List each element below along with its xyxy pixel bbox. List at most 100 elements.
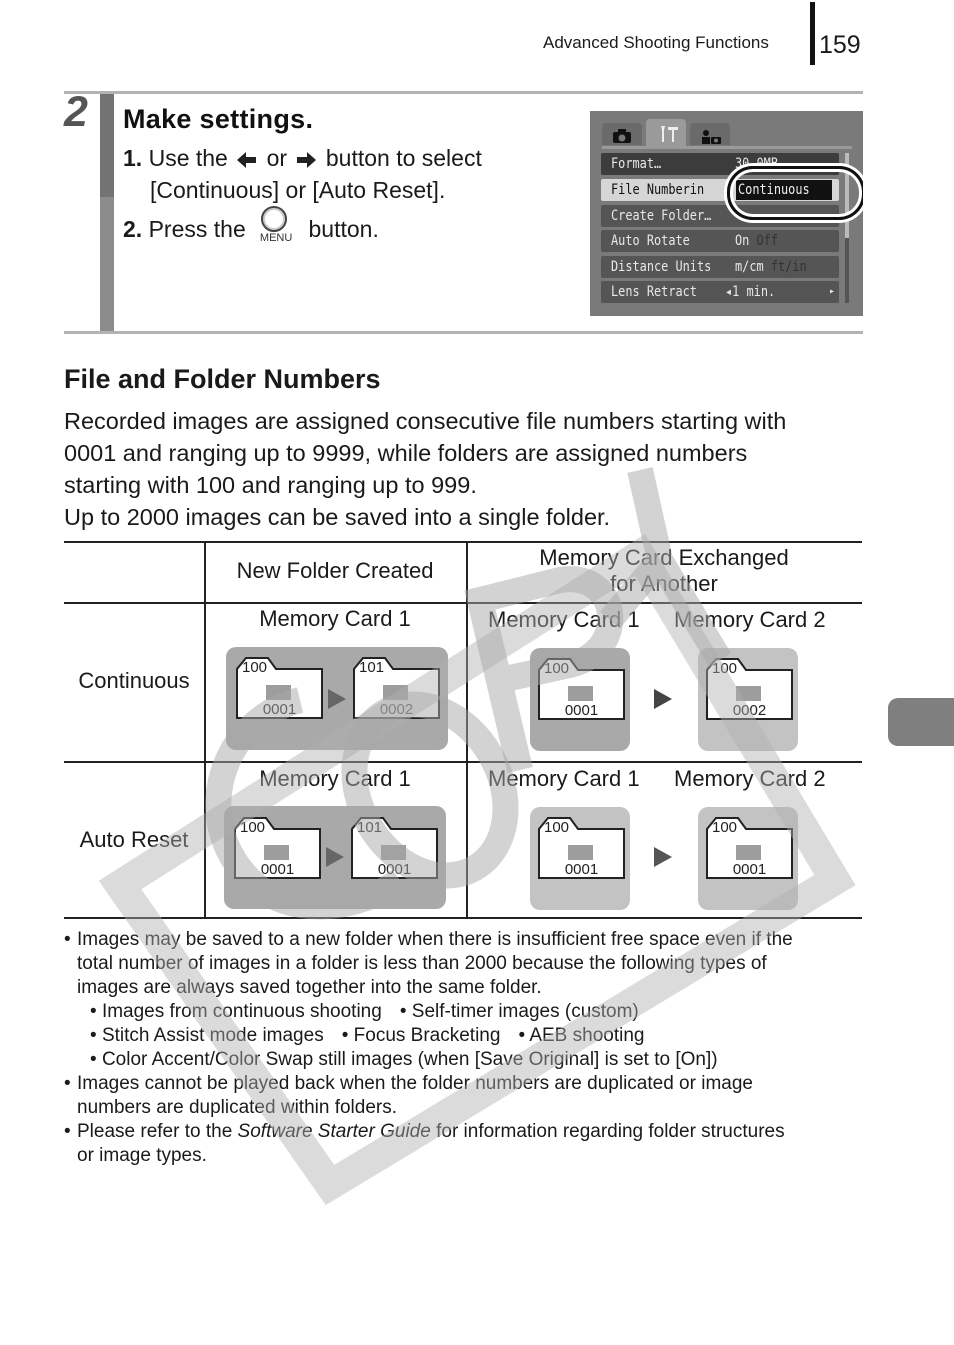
row-label: File Numberin — [611, 182, 705, 198]
note-line: Please refer to the Software Starter Gui… — [77, 1120, 864, 1144]
note-line: or image types. — [77, 1145, 207, 1166]
instruction-text: or — [266, 145, 288, 171]
menu-row-distance-units: Distance Units m/cm ft/in — [601, 256, 839, 278]
card-label: Memory Card 2 — [674, 766, 826, 791]
tab-shooting — [602, 123, 642, 145]
note-line: Images cannot be played back when the fo… — [77, 1073, 753, 1094]
file-number: 0001 — [564, 702, 599, 719]
section-paragraph: Recorded images are assigned consecutive… — [64, 405, 864, 533]
folder-number: 101 — [357, 819, 383, 836]
folder-number: 100 — [544, 660, 570, 677]
note-item: Please refer to the Software Starter Gui… — [64, 1120, 864, 1168]
paragraph-line: Recorded images are assigned consecutive… — [64, 408, 787, 434]
paragraph-line: Up to 2000 images can be saved into a si… — [64, 504, 611, 530]
tab-underline — [602, 146, 852, 149]
image-thumbnail-icon — [383, 685, 408, 700]
row-label: Lens Retract — [611, 284, 697, 300]
folder-icon: 100 0001 — [236, 657, 323, 719]
tab-setup — [646, 119, 686, 146]
folder-number: 100 — [240, 819, 266, 836]
folder-icon: 101 0001 — [351, 817, 438, 879]
step-bottom-rule — [64, 331, 863, 334]
image-thumbnail-icon — [568, 686, 593, 701]
highlight-oval — [727, 166, 863, 220]
arrow-right-icon — [328, 689, 346, 709]
table-rule — [64, 917, 862, 919]
header-card-exchanged-line2: for Another — [610, 571, 718, 596]
paragraph-line: starting with 100 and ranging up to 999. — [64, 472, 477, 498]
note-subitem: Focus Bracketing — [342, 1025, 501, 1046]
paragraph-line: 0001 and ranging up to 9999, while folde… — [64, 440, 748, 466]
note-subitems: Stitch Assist mode images Focus Bracketin… — [77, 1024, 864, 1048]
menu-row-lens-retract: Lens Retract ◂1 min. ▸ — [601, 281, 839, 303]
row-label-auto-reset: Auto Reset — [79, 827, 189, 852]
step-heading: Make settings. — [123, 104, 314, 134]
note-subitem: Self-timer images (custom) — [400, 1001, 639, 1022]
note-item: Images cannot be played back when the fo… — [64, 1072, 864, 1120]
menu-label: MENU — [259, 232, 293, 244]
note-item: Images may be saved to a new folder when… — [64, 928, 864, 1072]
table-rule — [64, 602, 862, 604]
file-number: 0001 — [732, 861, 767, 878]
instruction-number: 1. — [123, 145, 143, 171]
row-label: Auto Rotate — [611, 233, 690, 249]
note-line: images are always saved together into th… — [77, 977, 542, 998]
image-thumbnail-icon — [266, 685, 291, 700]
value: 1 min. — [732, 284, 776, 300]
header-new-folder: New Folder Created — [236, 558, 434, 583]
row-label: Create Folder… — [611, 208, 712, 224]
table-rule — [64, 761, 862, 763]
table-column-rule — [204, 541, 206, 918]
folder-number: 100 — [712, 660, 738, 677]
guide-title: Software Starter Guide — [237, 1121, 431, 1142]
tools-icon — [661, 126, 678, 142]
note-subitems: Images from continuous shooting Self-time… — [77, 1000, 864, 1024]
card-label: Memory Card 1 — [488, 607, 640, 632]
note-subitem: Stitch Assist mode images — [90, 1025, 324, 1046]
instruction-number: 2. — [123, 216, 143, 243]
note-subitem: AEB shooting — [518, 1025, 644, 1046]
folder-icon: 100 0001 — [706, 817, 793, 879]
left-arrow-icon — [237, 151, 257, 168]
card-label: Memory Card 1 — [488, 766, 640, 791]
value-off: ft/in — [770, 259, 807, 275]
right-caret-icon: ▸ — [829, 286, 836, 297]
image-thumbnail-icon — [264, 845, 289, 860]
chapter-thumb-tab — [888, 698, 954, 746]
image-thumbnail-icon — [736, 686, 761, 701]
arrow-right-icon — [326, 847, 344, 867]
folder-icon: 100 0002 — [706, 658, 793, 720]
header-divider — [810, 2, 815, 65]
image-thumbnail-icon — [568, 845, 593, 860]
note-subitem: Images from continuous shooting — [90, 1001, 382, 1022]
instruction-text: button. — [308, 216, 379, 243]
card-label: Memory Card 2 — [674, 607, 826, 632]
card-label: Memory Card 1 — [259, 606, 411, 631]
table-rule — [64, 541, 862, 543]
note-subitems: Color Accent/Color Swap still images (wh… — [77, 1048, 864, 1072]
value-off: Off — [756, 233, 779, 249]
step-instruction-1: 1. Use the or button to select — [123, 145, 482, 172]
note-text: for information regarding folder structu… — [436, 1121, 785, 1142]
row-value: ◂1 min. — [725, 284, 776, 300]
image-thumbnail-icon — [381, 845, 406, 860]
row-value: On Off — [735, 230, 778, 252]
folder-icon: 100 0001 — [538, 658, 625, 720]
row-label: Format… — [611, 156, 662, 172]
folder-icon: 101 0002 — [353, 657, 440, 719]
arrow-right-icon — [654, 847, 672, 867]
instruction-text: button to select — [325, 145, 482, 171]
folder-icon: 100 0001 — [538, 817, 625, 879]
file-number: 0001 — [564, 861, 599, 878]
image-thumbnail-icon — [736, 845, 761, 860]
numbering-comparison-table: New Folder Created Memory Card Exchanged… — [64, 541, 862, 919]
row-value: m/cm ft/in — [735, 256, 807, 278]
file-number: 0002 — [379, 701, 414, 718]
folder-icon: 100 0001 — [234, 817, 321, 879]
menu-button-icon: MENU — [256, 206, 296, 246]
file-number: 0001 — [260, 861, 295, 878]
file-number: 0001 — [377, 861, 412, 878]
folder-number: 100 — [242, 659, 268, 676]
step-instruction-2: 2. Press the MENU button. — [123, 206, 379, 246]
section-title: File and Folder Numbers — [64, 364, 381, 394]
